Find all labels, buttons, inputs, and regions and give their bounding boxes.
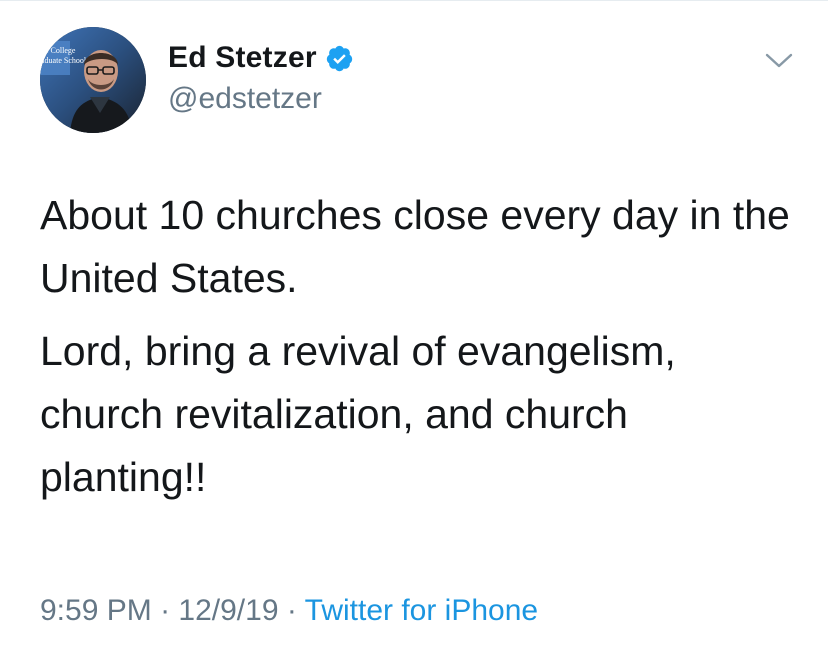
tweet-paragraph: Lord, bring a revival of evangelism, chu… xyxy=(40,328,676,500)
avatar-image: he College aduate School xyxy=(40,27,146,133)
chevron-down-icon xyxy=(765,53,793,68)
more-options-button[interactable] xyxy=(764,50,794,72)
tweet-source-link[interactable]: Twitter for iPhone xyxy=(305,594,538,627)
username-handle[interactable]: @edstetzer xyxy=(168,82,354,116)
tweet-time[interactable]: 9:59 PM xyxy=(40,594,152,627)
avatar[interactable]: he College aduate School xyxy=(40,27,146,133)
meta-separator: · xyxy=(160,594,171,627)
tweet-metadata: 9:59 PM · 12/9/19 · Twitter for iPhone xyxy=(40,594,538,628)
svg-text:he College: he College xyxy=(41,46,76,55)
verified-badge-icon xyxy=(325,44,354,73)
author-info[interactable]: Ed Stetzer @edstetzer xyxy=(168,38,354,116)
tweet-card: he College aduate School Ed Stetzer @eds… xyxy=(0,0,828,659)
tweet-paragraph: About 10 churches close every day in the… xyxy=(40,192,790,301)
display-name[interactable]: Ed Stetzer xyxy=(168,41,317,75)
tweet-text: About 10 churches close every day in the… xyxy=(40,184,800,509)
svg-text:aduate School: aduate School xyxy=(41,56,87,65)
meta-separator: · xyxy=(286,594,297,627)
tweet-date[interactable]: 12/9/19 xyxy=(178,594,278,627)
